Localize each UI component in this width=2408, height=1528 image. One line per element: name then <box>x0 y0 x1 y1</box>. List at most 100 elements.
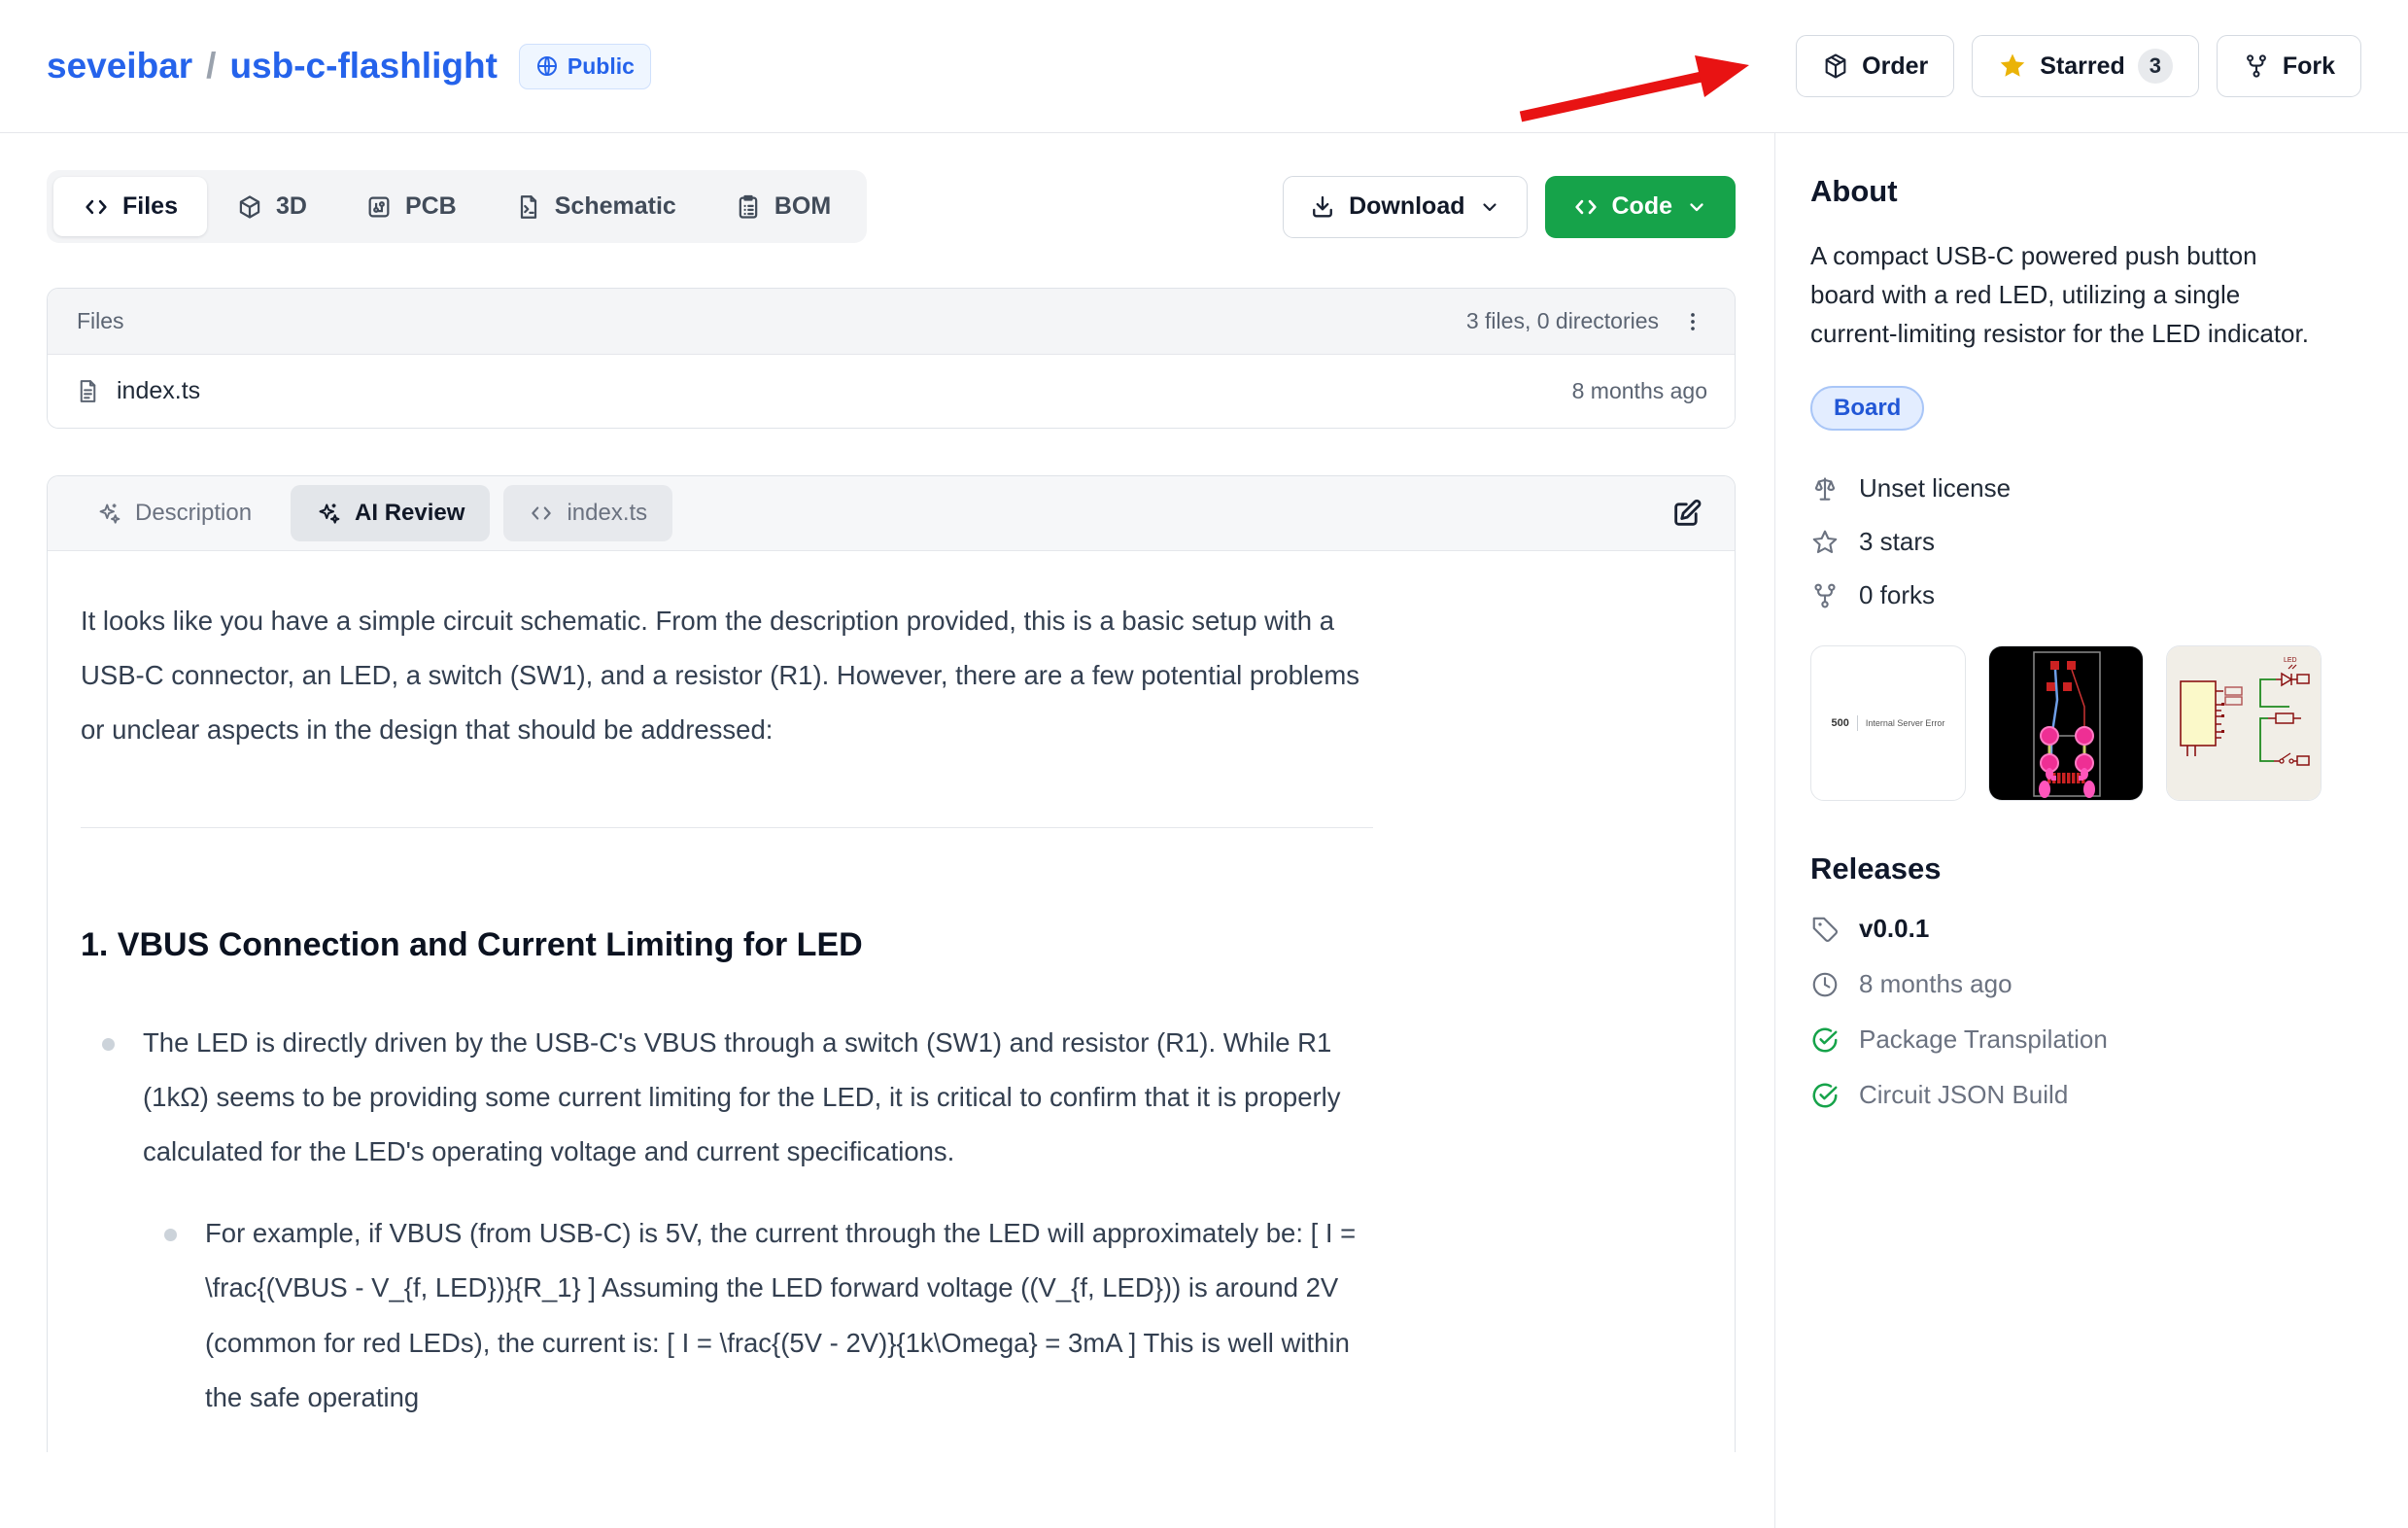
tab-bom[interactable]: BOM <box>705 177 860 236</box>
clock-icon <box>1810 970 1840 999</box>
files-summary: 3 files, 0 directories <box>1466 308 1659 334</box>
tag-icon <box>1810 915 1840 944</box>
license-row[interactable]: Unset license <box>1810 473 2361 504</box>
tab-files-label: Files <box>122 192 178 221</box>
tab-ai-review[interactable]: AI Review <box>291 485 490 541</box>
tab-index-ts-label: index.ts <box>567 500 647 527</box>
review-bullet-list: The LED is directly driven by the USB-C'… <box>81 1016 1373 1425</box>
file-icon <box>75 378 101 404</box>
tag-board[interactable]: Board <box>1810 386 1924 431</box>
list-item-text: The LED is directly driven by the USB-C'… <box>143 1027 1341 1166</box>
fork-button[interactable]: Fork <box>2217 35 2361 97</box>
release-check-label: Package Transpilation <box>1859 1024 2108 1055</box>
repo-title: seveibar / usb-c-flashlight Public <box>47 44 651 89</box>
files-card-header: Files 3 files, 0 directories <box>48 289 1735 355</box>
tab-pcb[interactable]: PCB <box>336 177 486 236</box>
repo-owner-link[interactable]: seveibar <box>47 46 192 87</box>
order-button-label: Order <box>1862 52 1928 81</box>
tab-description-label: Description <box>135 500 252 527</box>
list-item: The LED is directly driven by the USB-C'… <box>81 1016 1373 1425</box>
download-button[interactable]: Download <box>1283 176 1527 238</box>
stars-label: 3 stars <box>1859 527 1935 557</box>
tab-schematic[interactable]: Schematic <box>486 177 705 236</box>
fork-icon <box>1810 581 1840 610</box>
repo-name-link[interactable]: usb-c-flashlight <box>229 46 497 87</box>
forks-row[interactable]: 0 forks <box>1810 580 2361 610</box>
thumbnail-pcb-preview[interactable] <box>1988 645 2144 801</box>
kebab-menu-icon[interactable] <box>1680 309 1705 334</box>
thumbnail-schematic-preview[interactable]: LED <box>2166 645 2322 801</box>
release-check-row: Package Transpilation <box>1810 1024 2361 1055</box>
tab-index-ts[interactable]: index.ts <box>503 485 672 541</box>
releases-title: Releases <box>1810 851 2361 886</box>
pcb-icon <box>365 193 393 221</box>
tab-ai-review-label: AI Review <box>355 500 464 527</box>
markdown-content: It looks like you have a simple circuit … <box>81 594 1373 1425</box>
check-circle-icon <box>1810 1081 1840 1110</box>
content-column: Files 3D PCB <box>0 133 1774 1528</box>
forks-label: 0 forks <box>1859 580 1935 610</box>
chevron-down-icon <box>1685 195 1708 219</box>
review-intro-paragraph: It looks like you have a simple circuit … <box>81 594 1373 757</box>
review-card-header: Description AI Review index.ts <box>48 476 1735 551</box>
code-brackets-icon <box>1572 193 1600 221</box>
cube-icon <box>236 193 263 221</box>
list-item: For example, if VBUS (from USB-C) is 5V,… <box>143 1206 1373 1424</box>
edit-pencil-icon <box>1670 497 1703 530</box>
view-toolbar: Files 3D PCB <box>47 170 1736 243</box>
main-layout: Files 3D PCB <box>0 133 2408 1528</box>
tab-3d[interactable]: 3D <box>207 177 336 236</box>
toolbar-actions: Download Code <box>1283 176 1736 238</box>
visibility-badge-label: Public <box>568 53 635 80</box>
edit-button[interactable] <box>1663 489 1711 538</box>
sidebar: About A compact USB-C powered push butto… <box>1774 133 2408 1528</box>
code-button[interactable]: Code <box>1545 176 1737 238</box>
star-icon <box>1998 52 2027 81</box>
release-age: 8 months ago <box>1859 969 2012 999</box>
globe-icon <box>535 54 559 78</box>
starred-button[interactable]: Starred 3 <box>1972 35 2199 97</box>
release-version: v0.0.1 <box>1859 914 1929 944</box>
tab-3d-label: 3D <box>276 192 307 221</box>
review-body: It looks like you have a simple circuit … <box>48 551 1735 1425</box>
tab-schematic-label: Schematic <box>555 192 676 221</box>
tab-description[interactable]: Description <box>71 485 277 541</box>
release-check-label: Circuit JSON Build <box>1859 1080 2068 1110</box>
fork-icon <box>2243 52 2270 80</box>
error-code: 500 <box>1832 717 1849 729</box>
chevron-down-icon <box>1478 195 1501 219</box>
visibility-badge: Public <box>519 44 651 89</box>
scale-icon <box>1810 474 1840 504</box>
about-description: A compact USB-C powered push button boar… <box>1810 236 2316 353</box>
error-message: Internal Server Error <box>1866 718 1945 728</box>
nested-bullet-list: For example, if VBUS (from USB-C) is 5V,… <box>143 1206 1373 1424</box>
file-row[interactable]: index.ts 8 months ago <box>48 355 1735 428</box>
error-separator <box>1857 715 1858 731</box>
order-button[interactable]: Order <box>1796 35 1954 97</box>
thumbnail-3d-preview[interactable]: 500 Internal Server Error <box>1810 645 1966 801</box>
download-icon <box>1309 193 1336 221</box>
list-item-text: For example, if VBUS (from USB-C) is 5V,… <box>205 1218 1356 1411</box>
sparkles-icon <box>316 501 342 527</box>
file-name[interactable]: index.ts <box>117 377 200 405</box>
download-button-label: Download <box>1349 192 1464 221</box>
stars-row[interactable]: 3 stars <box>1810 527 2361 557</box>
starred-button-label: Starred <box>2040 52 2125 81</box>
svg-text:LED: LED <box>2284 657 2297 664</box>
release-version-row[interactable]: v0.0.1 <box>1810 914 2361 944</box>
content-divider <box>81 827 1373 828</box>
preview-thumbnails: 500 Internal Server Error <box>1810 645 2361 801</box>
code-brackets-icon <box>83 193 110 221</box>
tab-pcb-label: PCB <box>405 192 457 221</box>
sparkles-icon <box>96 501 122 527</box>
about-title: About <box>1810 174 2361 209</box>
review-card: Description AI Review index.ts <box>47 475 1736 1452</box>
section-heading: 1. VBUS Connection and Current Limiting … <box>81 925 1373 965</box>
view-tab-strip: Files 3D PCB <box>47 170 867 243</box>
package-icon <box>1822 52 1849 80</box>
license-label: Unset license <box>1859 473 2011 504</box>
repo-title-separator: / <box>206 46 216 87</box>
tab-files[interactable]: Files <box>53 177 207 236</box>
header-actions: Order Starred 3 Fork <box>1796 35 2361 97</box>
files-card-title: Files <box>77 308 124 334</box>
